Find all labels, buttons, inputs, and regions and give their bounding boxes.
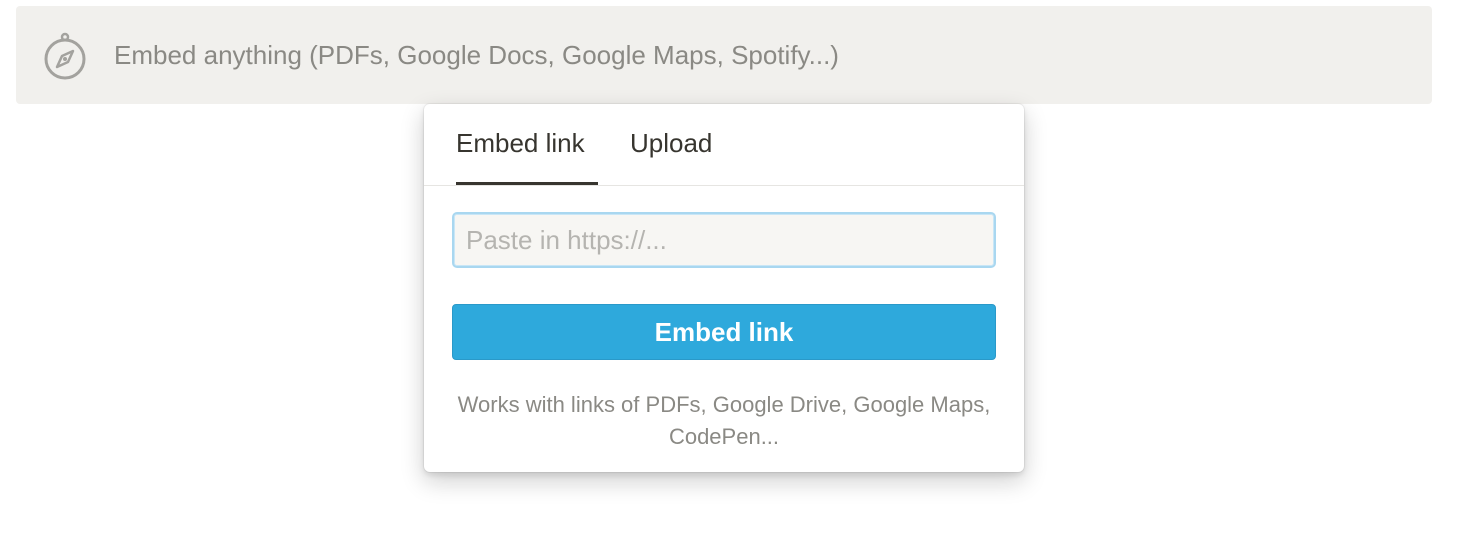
embed-link-button[interactable]: Embed link (452, 304, 996, 360)
tab-upload[interactable]: Upload (630, 128, 712, 159)
tab-embed-link[interactable]: Embed link (456, 128, 585, 159)
embed-popover: Embed link Upload Embed link Works with … (424, 104, 1024, 472)
active-tab-indicator (456, 182, 598, 185)
embed-block-label: Embed anything (PDFs, Google Docs, Googl… (114, 40, 839, 70)
tab-bar: Embed link Upload (424, 104, 1024, 186)
compass-icon (41, 32, 89, 80)
url-input[interactable] (452, 212, 996, 268)
embed-block[interactable]: Embed anything (PDFs, Google Docs, Googl… (16, 6, 1432, 104)
helper-text: Works with links of PDFs, Google Drive, … (457, 392, 991, 449)
